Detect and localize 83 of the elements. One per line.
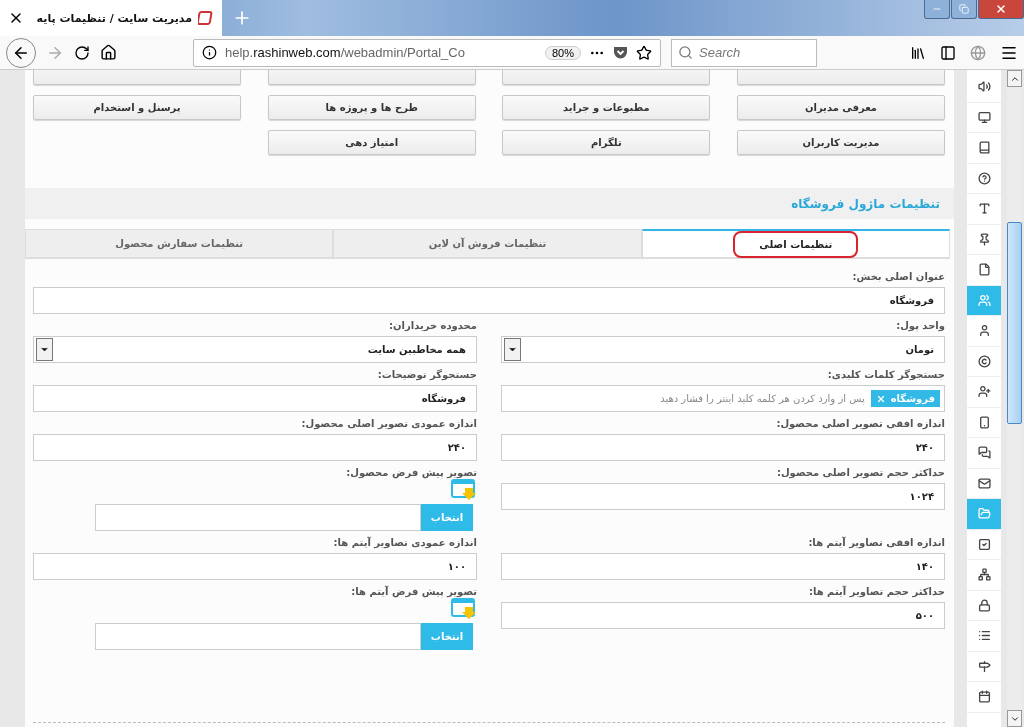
users-icon [977,293,991,307]
settings-tab[interactable]: تنظیمات فروش آن لاین [333,229,642,258]
monitor-icon [977,110,991,124]
close-icon [995,3,1007,15]
field-label: عنوان اصلی بخش: [851,271,945,282]
text-input[interactable]: فروشگاه [33,385,477,412]
field-label: اندازه افقی تصاویر آیتم ها: [807,537,945,548]
menu-button[interactable]: امتیاز دهی [267,130,476,155]
field-label: حداکثر حجم تصاویر آیتم ها: [807,586,945,597]
restore-button[interactable] [951,0,977,19]
menu-button[interactable]: مطبوعات و جراید [502,95,711,120]
checkbox-icon [977,537,991,551]
signpost-icon [977,659,991,673]
menu-button[interactable]: معرفی مدیران [737,95,945,120]
menu-button[interactable]: تلگرام [502,130,711,155]
lock-icon [977,598,991,612]
book-icon [977,141,991,155]
menu-button[interactable]: پرسنل و استخدام [33,95,242,120]
sitemap-icon [977,568,991,582]
text-icon [977,202,991,216]
info-icon[interactable] [202,45,217,60]
list-icon [977,629,991,643]
text-input[interactable]: ۲۴۰ [501,434,945,461]
pocket-icon[interactable] [613,45,628,60]
field-label: اندازه عمودی تصاویر آیتم ها: [332,537,477,548]
zoom-level[interactable]: 80% [544,45,581,60]
folder-icon [977,507,991,521]
browser-tab[interactable]: مدیریت سایت / تنظیمات پایه [0,0,222,36]
field-label: حداکثر حجم تصویر اصلی محصول: [775,467,945,478]
home-icon[interactable] [100,44,117,61]
bookmark-star-icon[interactable] [636,44,652,61]
tab-title: مدیریت سایت / تنظیمات پایه [35,11,192,25]
help-icon [977,171,991,185]
menu-button[interactable]: طرح ها و پروژه ها [267,95,476,120]
image-upload-icon [451,479,477,501]
close-window-button[interactable] [978,0,1024,19]
settings-tab[interactable]: تنظیمات سفارش محصول [25,229,334,258]
phone-icon [977,415,991,429]
settings-tab[interactable]: تنظیمات اصلی [641,229,950,258]
text-input[interactable]: ۱۰۲۴ [501,483,945,510]
text-input[interactable]: ۱۰۰ [33,553,477,580]
address-bar[interactable]: help.rashinweb.com/webadmin/Portal_Co 80% [193,38,661,67]
select-dropdown[interactable]: همه مخاطبین سایت [33,336,477,363]
copyright-icon [977,354,991,368]
text-input[interactable]: ۲۴۰ [33,434,477,461]
minimize-button[interactable] [924,0,950,19]
field-label: تصویر پیش فرض آیتم ها: [350,586,477,597]
field-label: اندازه عمودی تصویر اصلی محصول: [300,418,477,429]
user-icon [977,324,991,338]
field-label: تصویر پیش فرض محصول: [345,467,477,478]
speaker-icon [977,80,991,94]
file-icon [977,263,991,277]
mail-icon [977,476,991,490]
library-icon[interactable] [910,44,926,61]
select-dropdown[interactable]: تومان [501,336,945,363]
restore-icon [959,4,969,14]
text-input[interactable]: ۵۰۰ [501,602,945,629]
pin-icon [977,232,991,246]
sidebar-icon[interactable] [940,44,956,61]
calendar-icon [977,690,991,704]
scrollbar-thumb[interactable] [1007,222,1022,424]
text-input[interactable]: فروشگاه [33,287,945,314]
field-label: واحد پول: [895,320,945,331]
section-title: تنظیمات ماژول فروشگاه [25,188,954,219]
search-field[interactable]: Search [671,38,817,67]
field-label: جستجوگر کلمات کلیدی: [826,369,945,380]
field-label: محدوده خریداران: [388,320,477,331]
file-input[interactable] [95,623,421,650]
globe-icon[interactable] [970,44,986,61]
add-user-icon [977,385,991,399]
scroll-down-button[interactable] [1007,710,1022,727]
menu-button[interactable]: مدیریت کاربران [737,130,945,155]
image-upload-icon [451,598,477,620]
text-input[interactable]: ۱۴۰ [501,553,945,580]
field-label: اندازه افقی تصویر اصلی محصول: [775,418,945,429]
reload-icon[interactable] [74,44,90,61]
file-input[interactable] [95,504,421,531]
url-text: help.rashinweb.com/webadmin/Portal_Co [225,45,466,60]
field-label: جستجوگر توضیحات: [376,369,477,380]
scroll-up-button[interactable] [1007,70,1022,87]
chat-icon [977,446,991,460]
site-logo-icon [198,10,214,26]
search-icon [678,45,693,60]
